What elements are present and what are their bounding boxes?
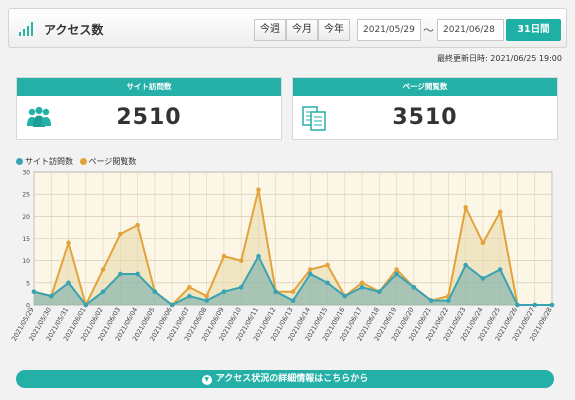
y-tick-label: 15 — [22, 236, 30, 243]
y-tick-label: 5 — [26, 280, 30, 287]
y-tick-label: 25 — [22, 192, 30, 199]
visits-point — [48, 293, 54, 299]
pageviews-card-title: ページ閲覧数 — [293, 78, 557, 96]
pageviews-point — [290, 289, 296, 294]
visits-point — [411, 284, 417, 290]
visits-point — [446, 298, 451, 303]
visits-point — [31, 289, 37, 294]
pageviews-point — [135, 222, 140, 228]
date-separator: 〜 — [423, 24, 434, 37]
pageviews-point — [307, 267, 313, 272]
y-tick-label: 30 — [22, 170, 30, 177]
pageviews-point — [394, 267, 399, 272]
visits-point — [480, 276, 486, 281]
y-tick-label: 20 — [22, 214, 30, 221]
visits-count: 2510 — [116, 105, 182, 130]
visits-point — [377, 289, 382, 294]
access-detail-button[interactable]: ▼ アクセス状況の詳細情報はこちらから — [16, 370, 554, 388]
pageviews-point — [100, 267, 106, 272]
header-bar: アクセス数 今週 今月 今年 2021/05/29 〜 2021/06/28 3… — [8, 8, 567, 48]
visits-point — [307, 271, 313, 277]
date-to-input[interactable]: 2021/06/28 — [437, 19, 504, 41]
visits-point — [256, 253, 261, 259]
visits-point — [221, 289, 227, 294]
visits-point — [497, 267, 503, 272]
pageviews-point — [480, 240, 486, 246]
date-from-input[interactable]: 2021/05/29 — [357, 19, 421, 41]
visits-point — [83, 302, 89, 308]
visits-point — [118, 271, 123, 277]
visits-point — [549, 302, 555, 308]
this-month-button[interactable]: 今月 — [286, 19, 318, 41]
pageviews-point — [497, 209, 503, 215]
y-tick-label: 10 — [22, 258, 30, 265]
pageviews-point — [325, 262, 330, 268]
pageviews-point — [221, 253, 227, 259]
bar-chart-icon — [19, 22, 35, 36]
visits-point — [342, 293, 348, 299]
visits-card: サイト訪問数 2510 — [16, 77, 282, 140]
pageviews-point — [118, 231, 123, 237]
visits-point — [152, 289, 158, 294]
pageviews-point — [66, 240, 71, 246]
visits-point — [204, 298, 209, 303]
visits-point — [463, 262, 468, 268]
access-line-chart: 0510152025302021/05/292021/05/302021/05/… — [10, 170, 555, 342]
last-updated-text: 最終更新日時: 2021/06/25 19:00 — [437, 54, 562, 63]
visits-point — [66, 280, 71, 286]
pageviews-point — [204, 293, 209, 299]
pageviews-point — [463, 205, 468, 210]
chevron-down-icon: ▼ — [201, 375, 212, 385]
visits-point — [290, 298, 296, 303]
visits-card-title: サイト訪問数 — [17, 78, 281, 96]
visits-point — [359, 284, 365, 290]
visits-point — [325, 280, 330, 286]
visits-point — [273, 289, 279, 294]
pageviews-point — [187, 284, 192, 290]
visits-point — [169, 302, 175, 308]
this-year-button[interactable]: 今年 — [318, 19, 350, 41]
days-badge: 31日間 — [506, 19, 561, 41]
visits-point — [135, 271, 140, 277]
visits-point — [394, 271, 399, 277]
access-detail-label: アクセス状況の詳細情報はこちらから — [215, 374, 369, 384]
visits-point — [515, 302, 520, 308]
visits-point — [238, 284, 244, 290]
pageviews-count: 3510 — [392, 105, 458, 130]
pageviews-card: ページ閲覧数 3510 — [292, 77, 558, 140]
visits-point — [428, 298, 434, 303]
pageviews-point — [238, 258, 244, 263]
pageviews-point — [359, 280, 365, 286]
pageviews-point — [256, 187, 261, 193]
visits-point — [100, 289, 106, 294]
visits-point — [532, 302, 538, 308]
page-title: アクセス数 — [44, 23, 104, 37]
visits-point — [187, 293, 192, 299]
this-week-button[interactable]: 今週 — [254, 19, 286, 41]
